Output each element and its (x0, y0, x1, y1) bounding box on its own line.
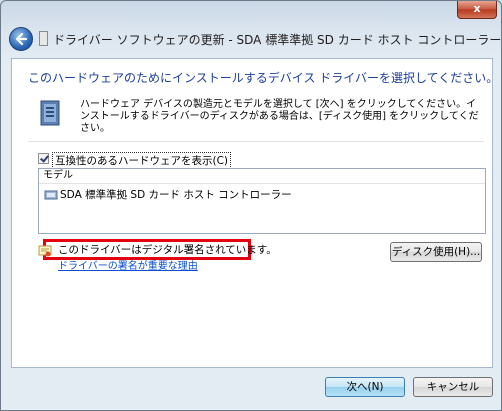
model-listbox[interactable]: モデル SDA 標準準拠 SD カード ホスト コントローラー (38, 168, 486, 234)
separator (28, 141, 484, 142)
list-header-model[interactable]: モデル (39, 169, 485, 184)
have-disk-button[interactable]: ディスク使用(H)... (390, 242, 482, 262)
instructions-text: ハードウェア デバイスの製造元とモデルを選択して [次へ] をクリックしてくださ… (80, 99, 479, 134)
certificate-icon (38, 245, 52, 257)
list-item-label: SDA 標準準拠 SD カード ホスト コントローラー (60, 189, 292, 201)
back-button[interactable] (9, 27, 33, 51)
show-compatible-label[interactable]: 互換性のあるハードウェアを表示(C) (52, 152, 232, 169)
cancel-button[interactable]: キャンセル (413, 377, 493, 397)
window-title: ドライバー ソフトウェアの更新 - SDA 標準準拠 SD カード ホスト コン… (53, 33, 502, 47)
page-heading: このハードウェアのためにインストールするデバイス ドライバーを選択してください。 (28, 71, 499, 85)
close-button[interactable]: x (457, 1, 497, 19)
signature-status: このドライバーはデジタル署名されています。 (58, 244, 277, 256)
device-icon (44, 190, 58, 200)
hardware-icon (40, 100, 60, 126)
signature-info-link[interactable]: ドライバーの署名が重要な理由 (58, 257, 198, 272)
content-panel: このハードウェアのためにインストールするデバイス ドライバーを選択してください。… (11, 58, 498, 368)
list-item[interactable]: SDA 標準準拠 SD カード ホスト コントローラー (44, 188, 292, 203)
dialog-window: x ドライバー ソフトウェアの更新 - SDA 標準準拠 SD カード ホスト … (0, 0, 502, 411)
next-button[interactable]: 次へ(N) (325, 377, 405, 397)
device-icon (39, 31, 48, 46)
back-arrow-icon (15, 32, 28, 46)
show-compatible-checkbox[interactable] (38, 153, 49, 164)
